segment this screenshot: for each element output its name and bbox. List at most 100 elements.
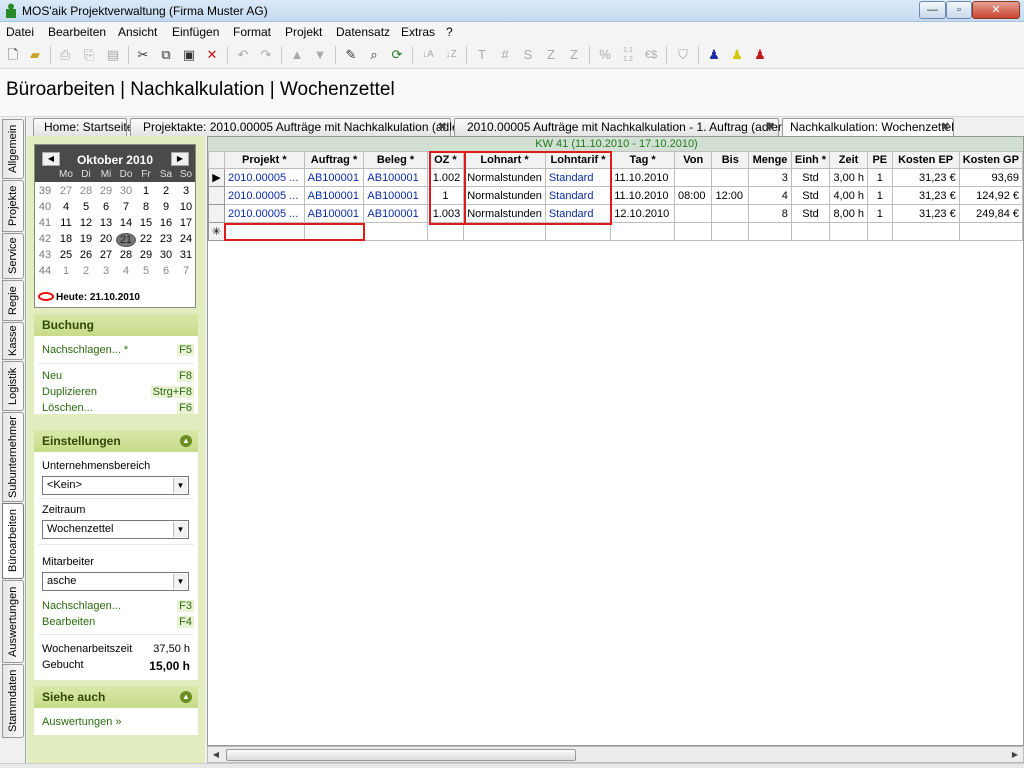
scroll-right-icon[interactable]: ▶ — [1008, 748, 1022, 762]
table-cell[interactable]: 93,69 — [958, 168, 1023, 187]
calendar-day[interactable]: 28 — [116, 249, 136, 261]
move-down-icon[interactable]: ▼ — [311, 46, 329, 64]
page-icon[interactable]: ▤ — [104, 46, 122, 64]
menu-datei[interactable]: Datei — [6, 25, 34, 39]
number-icon[interactable]: # — [496, 46, 514, 64]
tab-projektakte[interactable]: Projektakte: 2010.00005 Aufträge mit Nac… — [130, 118, 467, 136]
table-cell[interactable] — [790, 222, 831, 241]
table-cell[interactable]: 31,23 € — [891, 168, 960, 187]
close-tab-icon[interactable]: ✖ — [941, 119, 950, 135]
table-cell[interactable]: 1 — [867, 204, 893, 223]
calendar-day[interactable]: 3 — [96, 265, 116, 277]
calendar-day[interactable]: 7 — [116, 201, 136, 213]
table-cell[interactable] — [711, 204, 750, 223]
column-header[interactable]: Von — [673, 151, 713, 169]
search-icon[interactable]: ⌕ — [365, 46, 383, 64]
table-cell[interactable]: 8,00 h — [829, 204, 869, 223]
column-header[interactable]: Menge — [748, 151, 792, 169]
column-header[interactable]: PE — [867, 151, 893, 169]
table-cell[interactable]: AB100001 — [303, 168, 365, 187]
table-cell[interactable]: 31,23 € — [891, 204, 960, 223]
menu-format[interactable]: Format — [233, 25, 271, 39]
calendar-day[interactable]: 1 — [56, 265, 76, 277]
calendar-day[interactable]: 25 — [56, 249, 76, 261]
decimal-icon[interactable]: 1.1 1.2 — [619, 46, 637, 64]
column-header[interactable]: Auftrag * — [303, 151, 365, 169]
string-icon[interactable]: S — [519, 46, 537, 64]
new-icon[interactable]: 🗋 — [4, 46, 22, 64]
calendar-day[interactable]: 27 — [96, 249, 116, 261]
table-row[interactable]: ▶ 2010.00005 ... AB100001 AB100001 1.002 Norm… — [208, 168, 1023, 187]
vtab-service[interactable]: Service — [2, 233, 24, 279]
table-cell[interactable]: Std — [790, 168, 831, 187]
redo-icon[interactable]: ↷ — [257, 46, 275, 64]
calendar-day[interactable]: 10 — [176, 201, 196, 213]
table-cell[interactable] — [673, 222, 713, 241]
nachschlagen-link[interactable]: Nachschlagen... * — [42, 344, 128, 356]
auswertungen-link[interactable]: Auswertungen » — [42, 716, 122, 728]
table-cell[interactable]: AB100001 — [303, 204, 365, 223]
mitarbeiter-select[interactable]: asche ▼ — [42, 572, 189, 591]
vtab-regie[interactable]: Regie — [2, 280, 24, 321]
column-header[interactable]: Projekt * — [224, 151, 305, 169]
today-link[interactable]: Heute: 21.10.2010 — [38, 292, 140, 303]
calendar-day[interactable]: 2 — [76, 265, 96, 277]
horizontal-scrollbar[interactable]: ◀ ▶ — [207, 746, 1024, 763]
column-header[interactable]: Kosten EP — [891, 151, 960, 169]
table-cell[interactable]: AB100001 — [363, 204, 428, 223]
tab-auftrag[interactable]: 2010.00005 Aufträge mit Nachkalkulation … — [454, 118, 786, 136]
table-cell[interactable] — [544, 222, 612, 241]
table-row[interactable]: 2010.00005 ... AB100001 AB100001 1 Normalstu… — [208, 186, 1023, 205]
duplizieren-link[interactable]: Duplizieren — [42, 386, 97, 398]
table-cell[interactable]: 8 — [748, 204, 792, 223]
table-cell[interactable]: 1 — [867, 168, 893, 187]
table-cell[interactable]: 2010.00005 ... — [224, 204, 305, 223]
menu-projekt[interactable]: Projekt — [285, 25, 322, 39]
close-window-button[interactable]: ✕ — [972, 1, 1020, 19]
print-icon[interactable]: ⎙ — [56, 46, 74, 64]
user-red-icon[interactable]: ♟ — [751, 46, 769, 64]
calendar-day[interactable]: 30 — [156, 249, 176, 261]
calendar-day[interactable]: 6 — [156, 265, 176, 277]
calendar-day[interactable]: 2 — [156, 185, 176, 197]
vtab-allgemein[interactable]: Allgemein — [2, 119, 24, 179]
open-icon[interactable]: ▰ — [26, 46, 44, 64]
zeitraum-select[interactable]: Wochenzettel ▼ — [42, 520, 189, 539]
table-cell[interactable]: AB100001 — [363, 168, 428, 187]
collapse-icon[interactable]: ▲ — [180, 691, 192, 703]
table-cell[interactable] — [363, 222, 428, 241]
neu-link[interactable]: Neu — [42, 370, 62, 382]
new-row-indicator[interactable]: ✳ — [208, 222, 226, 241]
calendar-day[interactable]: 7 — [176, 265, 196, 277]
close-tab-icon[interactable]: ✖ — [766, 119, 775, 135]
copy-icon[interactable]: ⧉ — [157, 46, 175, 64]
vtab-logistik[interactable]: Logistik — [2, 361, 24, 411]
table-cell[interactable]: 3,00 h — [829, 168, 869, 187]
table-cell[interactable] — [673, 204, 713, 223]
column-header[interactable]: Zeit — [829, 151, 869, 169]
prev-month-button[interactable]: ◀ — [42, 152, 60, 166]
row-selector[interactable] — [208, 204, 226, 223]
menu-datensatz[interactable]: Datensatz — [336, 25, 390, 39]
table-cell[interactable]: Std — [790, 186, 831, 205]
column-header[interactable]: Kosten GP — [958, 151, 1023, 169]
vtab-subunternehmer[interactable]: Subunternehmer — [2, 412, 24, 502]
scroll-left-icon[interactable]: ◀ — [209, 748, 223, 762]
table-cell[interactable] — [891, 222, 960, 241]
user-yellow-icon[interactable]: ♟ — [728, 46, 746, 64]
calendar-day[interactable]: 12 — [76, 217, 96, 229]
calendar-day[interactable]: 22 — [136, 233, 156, 245]
table-cell[interactable]: 1 — [867, 186, 893, 205]
menu-extras[interactable]: Extras — [401, 25, 435, 39]
mitarbeiter-nachschlagen-link[interactable]: Nachschlagen... — [42, 600, 121, 612]
table-cell[interactable]: 4,00 h — [829, 186, 869, 205]
vtab-stammdaten[interactable]: Stammdaten — [2, 664, 24, 738]
maximize-button[interactable]: ▫ — [946, 1, 972, 19]
calendar-day[interactable]: 8 — [136, 201, 156, 213]
move-up-icon[interactable]: ▲ — [288, 46, 306, 64]
table-cell[interactable] — [711, 222, 750, 241]
sort-desc-icon[interactable]: ↓Z — [442, 46, 460, 64]
calendar-day[interactable]: 5 — [136, 265, 156, 277]
scroll-thumb[interactable] — [226, 749, 576, 761]
calendar-day[interactable]: 19 — [76, 233, 96, 245]
